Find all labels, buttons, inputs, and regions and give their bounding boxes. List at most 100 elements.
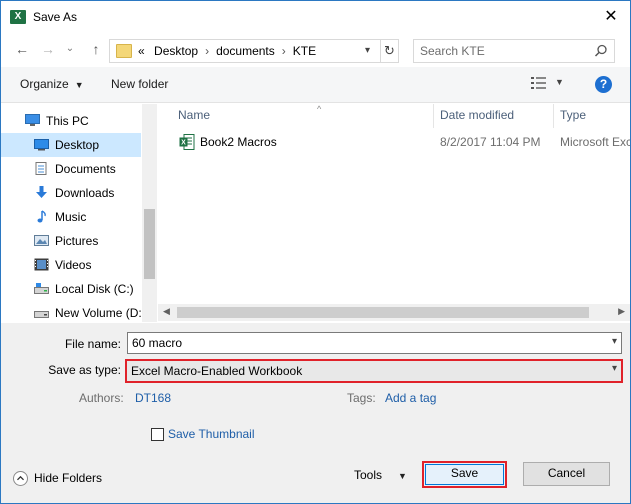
computer-icon <box>25 114 40 126</box>
music-icon <box>37 210 46 223</box>
organize-label: Organize <box>20 77 69 91</box>
breadcrumb-overflow[interactable]: « <box>138 44 145 58</box>
sidebar-item-label: Desktop <box>55 138 100 152</box>
column-header-type[interactable]: Type <box>560 104 630 128</box>
chevron-down-icon: ▼ <box>74 80 84 90</box>
column-header-label: Name <box>178 108 211 122</box>
breadcrumb: « Desktop › documents › KTE <box>138 44 316 58</box>
pictures-icon <box>34 235 49 246</box>
up-button[interactable]: ↑ <box>87 40 105 58</box>
sidebar-item-documents[interactable]: Documents <box>1 157 141 181</box>
sidebar-item-label: Downloads <box>55 186 115 200</box>
column-header-name[interactable]: Name ^ <box>178 104 428 128</box>
chevron-down-icon: ▼ <box>398 471 407 481</box>
breadcrumb-desktop[interactable]: Desktop <box>154 44 198 58</box>
recent-locations-button[interactable]: ⌄ <box>61 40 79 58</box>
sidebar-item-label: Documents <box>55 162 116 176</box>
save-thumbnail-checkbox[interactable] <box>151 428 164 441</box>
sidebar-item-label: Local Disk (C:) <box>55 282 134 296</box>
cancel-button[interactable]: Cancel <box>523 462 610 486</box>
sidebar-item-this-pc[interactable]: This PC <box>1 109 141 133</box>
drive-icon <box>34 311 49 318</box>
sidebar-item-desktop[interactable]: Desktop <box>1 133 141 157</box>
navigation-pane: This PC Desktop Documents Downloads Musi… <box>1 104 157 322</box>
close-button[interactable]: ✕ <box>600 6 622 28</box>
sidebar-item-pictures[interactable]: Pictures <box>1 229 141 253</box>
save-as-type-select[interactable]: Excel Macro-Enabled Workbook ▾ <box>125 359 623 383</box>
sort-ascending-icon: ^ <box>317 104 322 114</box>
authors-label: Authors: <box>79 391 124 405</box>
chevron-down-icon[interactable]: ▾ <box>612 336 617 347</box>
chevron-down-icon[interactable]: ▾ <box>612 363 617 374</box>
excel-file-icon: X <box>179 134 195 150</box>
column-header-date-modified[interactable]: Date modified <box>440 104 550 128</box>
file-date-modified: 8/2/2017 11:04 PM <box>440 135 541 149</box>
file-name: Book2 Macros <box>200 135 277 149</box>
authors-value[interactable]: DT168 <box>135 391 171 405</box>
tools-label: Tools <box>354 468 383 482</box>
desktop-icon <box>34 139 49 151</box>
downloads-icon <box>36 186 47 198</box>
tags-label: Tags: <box>347 391 376 405</box>
sidebar-item-local-disk[interactable]: Local Disk (C:) <box>1 277 141 301</box>
file-name-input[interactable] <box>132 336 592 350</box>
chevron-down-icon[interactable]: ▼ <box>555 77 564 87</box>
file-list: Name ^ Date modified Type X Book2 Macros… <box>158 104 630 322</box>
sidebar-item-label: Music <box>55 210 87 224</box>
documents-icon <box>35 162 47 175</box>
sidebar-item-label: Videos <box>55 258 92 272</box>
svg-text:X: X <box>181 140 186 147</box>
new-folder-button[interactable]: New folder <box>111 77 168 91</box>
scrollbar-thumb[interactable] <box>144 209 155 279</box>
hide-folders-label: Hide Folders <box>34 471 103 485</box>
organize-button[interactable]: Organize ▼ <box>20 77 84 91</box>
scroll-left-icon[interactable]: ◀ <box>163 306 170 317</box>
horizontal-scrollbar[interactable]: ◀ ▶ <box>158 304 630 321</box>
tools-button[interactable]: Tools ▼ <box>354 468 407 482</box>
save-button[interactable]: Save <box>422 461 507 488</box>
save-thumbnail-label[interactable]: Save Thumbnail <box>168 427 255 441</box>
back-button[interactable]: ← <box>13 40 31 58</box>
chevron-up-icon <box>13 471 28 486</box>
breadcrumb-kte[interactable]: KTE <box>293 44 316 58</box>
file-row[interactable]: X Book2 Macros 8/2/2017 11:04 PM Microso… <box>158 131 630 153</box>
address-bar[interactable]: « Desktop › documents › KTE ▾ ↻ <box>109 39 399 63</box>
refresh-button[interactable]: ↻ <box>380 40 398 62</box>
change-view-button[interactable]: ▼ <box>531 76 567 94</box>
excel-app-icon: X <box>10 10 26 24</box>
forward-button[interactable]: → <box>39 40 57 58</box>
view-options-icon <box>531 77 546 89</box>
file-type: Microsoft Exc <box>560 135 630 149</box>
column-divider[interactable] <box>433 104 434 128</box>
search-icon[interactable] <box>594 44 608 58</box>
scroll-right-icon[interactable]: ▶ <box>618 306 625 317</box>
sidebar-item-downloads[interactable]: Downloads <box>1 181 141 205</box>
drive-icon <box>34 283 49 294</box>
navigation-pane-scrollbar[interactable] <box>142 104 157 322</box>
save-as-type-value: Excel Macro-Enabled Workbook <box>131 364 303 378</box>
videos-icon <box>34 258 49 271</box>
window-title: Save As <box>33 10 78 24</box>
folder-icon <box>116 44 132 58</box>
scrollbar-thumb[interactable] <box>177 307 589 318</box>
sidebar-item-new-volume[interactable]: New Volume (D: <box>1 301 142 322</box>
search-input[interactable] <box>420 43 590 59</box>
add-tag-link[interactable]: Add a tag <box>385 391 436 405</box>
file-name-label: File name: <box>64 337 121 351</box>
breadcrumb-documents[interactable]: documents <box>216 44 275 58</box>
sidebar-item-label: Pictures <box>55 234 99 248</box>
title-bar: X Save As ✕ <box>1 1 630 33</box>
command-toolbar: Organize ▼ New folder ▼ ? <box>1 67 630 103</box>
breadcrumb-separator-icon[interactable]: › <box>282 44 286 58</box>
sidebar-item-music[interactable]: Music <box>1 205 141 229</box>
breadcrumb-separator-icon[interactable]: › <box>205 44 209 58</box>
sidebar-item-videos[interactable]: Videos <box>1 253 141 277</box>
address-dropdown-icon[interactable]: ▾ <box>357 40 377 62</box>
file-name-field[interactable]: ▾ <box>127 332 622 354</box>
sidebar-item-label: This PC <box>46 114 89 128</box>
save-as-type-label: Save as type: <box>48 363 121 377</box>
save-options-panel: File name: ▾ Save as type: Excel Macro-E… <box>1 323 630 503</box>
column-divider[interactable] <box>553 104 554 128</box>
help-button[interactable]: ? <box>595 76 612 93</box>
search-box[interactable] <box>413 39 615 63</box>
